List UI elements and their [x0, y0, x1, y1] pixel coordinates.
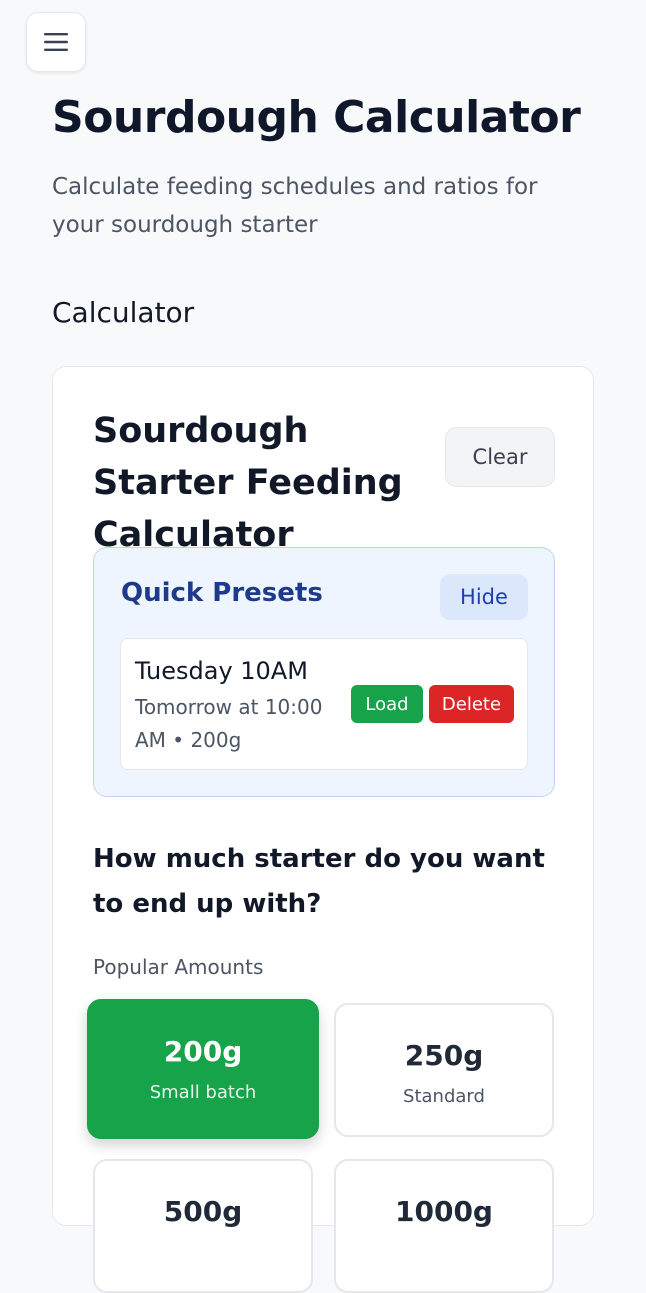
hamburger-menu-icon [43, 31, 69, 53]
amount-option-1000g[interactable]: 1000g [334, 1159, 554, 1293]
hide-presets-button[interactable]: Hide [440, 574, 528, 620]
page-subtitle: Calculate feeding schedules and ratios f… [52, 174, 538, 238]
quick-presets-panel: Quick Presets Hide Tuesday 10AM Tomorrow… [93, 547, 555, 797]
amount-option-250g[interactable]: 250g Standard [334, 1003, 554, 1137]
calculator-card: Sourdough Starter Feeding Calculator Cle… [52, 366, 594, 1293]
calculator-title: Sourdough Starter Feeding Calculator [93, 411, 403, 555]
amount-option-500g[interactable]: 500g [93, 1159, 313, 1293]
amount-option-200g[interactable]: 200g Small batch [87, 999, 319, 1139]
delete-preset-button[interactable]: Delete [429, 685, 514, 723]
popular-amounts-label: Popular Amounts [93, 955, 264, 979]
page-title: Sourdough Calculator [52, 92, 581, 143]
preset-name: Tuesday 10AM [135, 657, 308, 685]
section-heading: Calculator [52, 296, 195, 329]
amount-label: Standard [403, 1086, 485, 1107]
amount-question: How much starter do you want to end up w… [93, 844, 545, 919]
load-preset-button[interactable]: Load [351, 685, 423, 723]
amount-label: Small batch [149, 1082, 257, 1103]
amount-value: 200g [163, 1035, 243, 1068]
clear-button[interactable]: Clear [445, 427, 555, 487]
menu-button[interactable] [26, 12, 86, 72]
amount-value: 250g [404, 1039, 484, 1072]
quick-presets-title: Quick Presets [121, 578, 323, 608]
preset-item: Tuesday 10AM Tomorrow at 10:00 AM • 200g… [120, 638, 528, 770]
preset-detail: Tomorrow at 10:00 AM • 200g [135, 695, 323, 752]
